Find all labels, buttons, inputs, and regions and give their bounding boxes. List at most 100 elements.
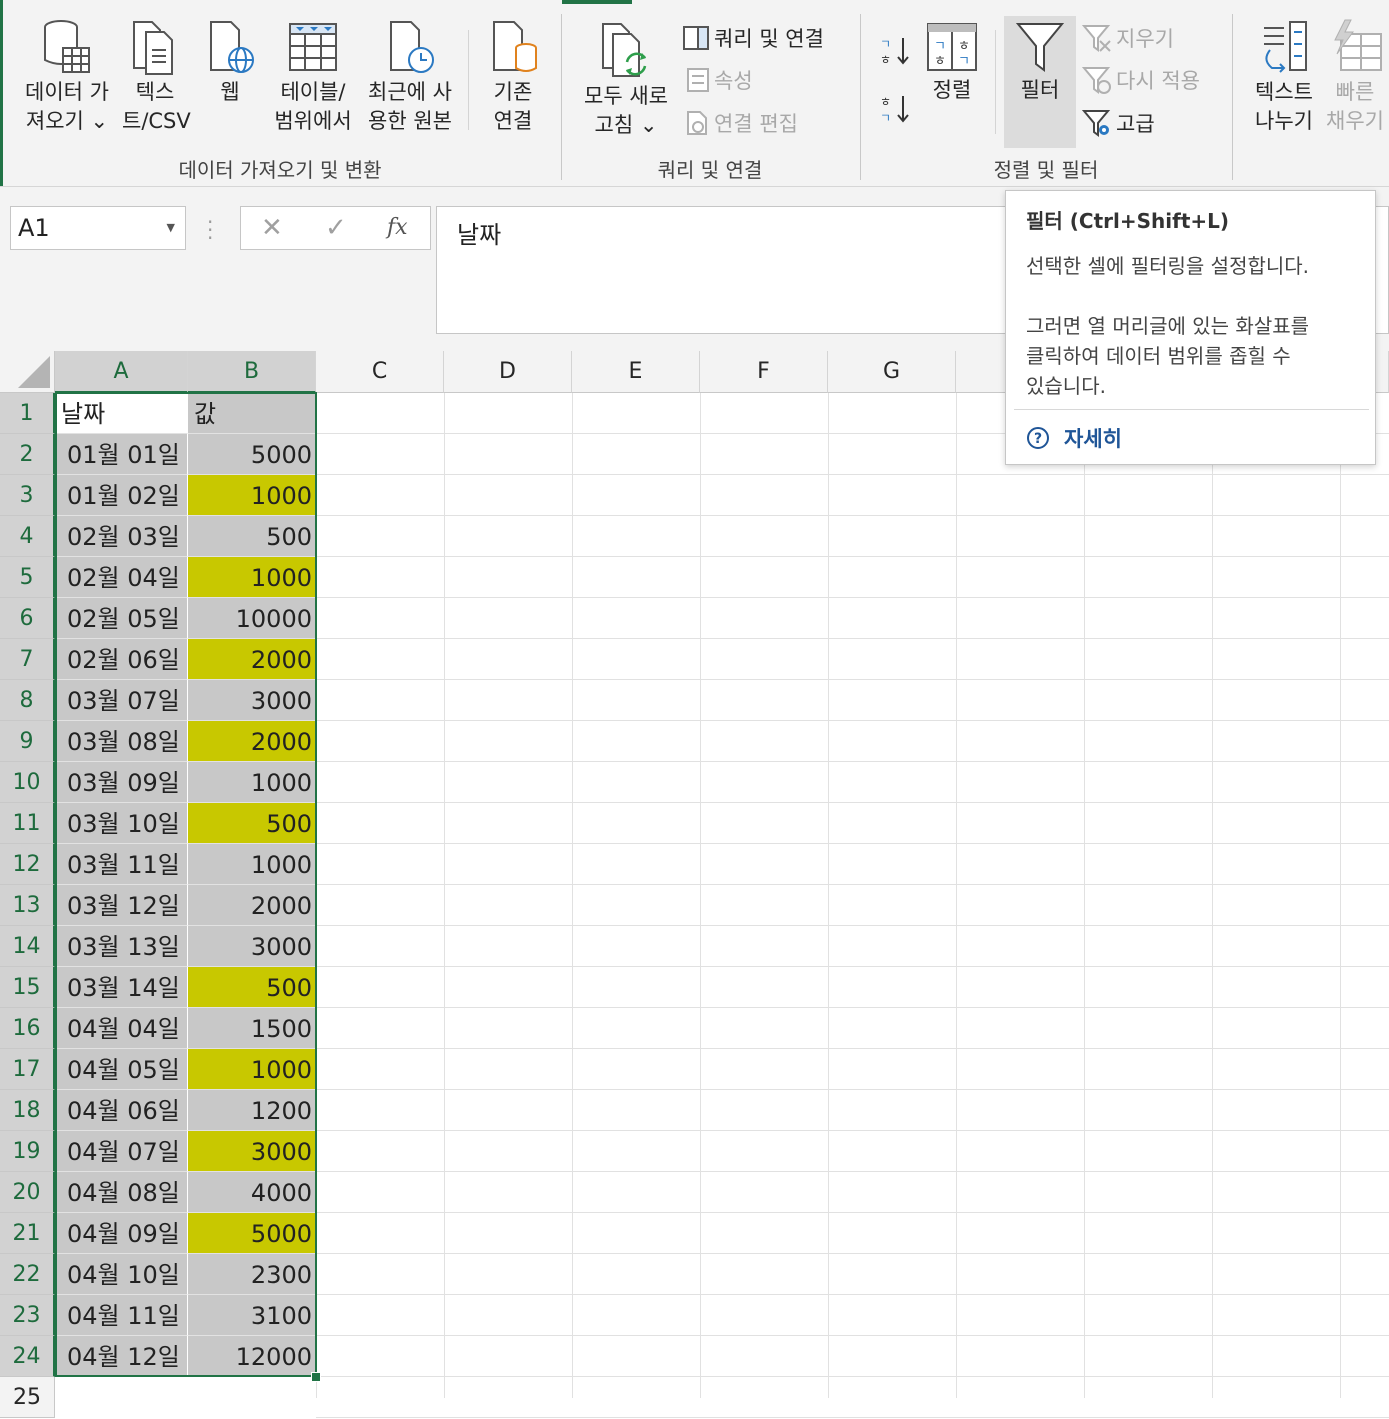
value-cell-highlighted[interactable]: 2000 [188, 639, 316, 680]
column-header-e[interactable]: E [572, 351, 700, 393]
column-header-a[interactable]: A [55, 351, 188, 393]
row-header[interactable]: 17 [0, 1049, 55, 1090]
value-cell-highlighted[interactable]: 5000 [188, 1213, 316, 1254]
get-data-button[interactable]: 데이터 가 져오기 ⌄ [18, 18, 116, 136]
row-header[interactable]: 13 [0, 885, 55, 926]
advanced-filter-button[interactable]: 고급 [1082, 107, 1155, 139]
refresh-all-button[interactable]: 모두 새로 고침 ⌄ [574, 20, 678, 140]
date-cell[interactable]: 04월 12일 [55, 1336, 188, 1377]
flash-fill-button[interactable]: 빠른 채우기 [1322, 18, 1388, 136]
text-csv-button[interactable]: 텍스 트/CSV [122, 18, 191, 136]
date-cell[interactable]: 03월 14일 [55, 967, 188, 1008]
date-cell[interactable]: 03월 13일 [55, 926, 188, 967]
value-cell-highlighted[interactable]: 1000 [188, 557, 316, 598]
date-cell[interactable]: 04월 11일 [55, 1295, 188, 1336]
header-cell-value[interactable]: 값 [188, 393, 316, 434]
cancel-icon[interactable]: ✕ [261, 213, 283, 243]
value-cell[interactable]: 3000 [188, 680, 316, 721]
reapply-button[interactable]: 다시 적용 [1082, 64, 1200, 96]
tooltip-more-link[interactable]: ? 자세히 [1026, 423, 1122, 453]
date-cell[interactable]: 04월 07일 [55, 1131, 188, 1172]
text-to-columns-button[interactable]: 텍스트 나누기 [1246, 18, 1322, 136]
clear-filter-button[interactable]: 지우기 [1082, 22, 1174, 54]
name-box[interactable]: A1 ▼ [10, 206, 186, 250]
sort-ascending-button[interactable]: ㄱ ㅎ [878, 34, 912, 68]
column-header-b[interactable]: B [188, 351, 316, 393]
row-header[interactable]: 8 [0, 680, 55, 721]
row-header[interactable]: 4 [0, 516, 55, 557]
row-header[interactable]: 10 [0, 762, 55, 803]
date-cell[interactable]: 03월 10일 [55, 803, 188, 844]
from-table-range-button[interactable]: 테이블/ 범위에서 [268, 18, 358, 136]
sort-descending-button[interactable]: ㅎ ㄱ [878, 92, 912, 126]
row-header[interactable]: 16 [0, 1008, 55, 1049]
row-header[interactable]: 11 [0, 803, 55, 844]
column-header-c[interactable]: C [316, 351, 444, 393]
value-cell[interactable]: 1500 [188, 1008, 316, 1049]
value-cell[interactable]: 4000 [188, 1172, 316, 1213]
name-box-dropdown-icon[interactable]: ▼ [167, 207, 175, 249]
date-cell[interactable]: 03월 08일 [55, 721, 188, 762]
value-cell-highlighted[interactable]: 2000 [188, 721, 316, 762]
fill-handle[interactable] [311, 1372, 321, 1382]
value-cell[interactable]: 3000 [188, 926, 316, 967]
row-header[interactable]: 12 [0, 844, 55, 885]
row-header[interactable]: 9 [0, 721, 55, 762]
row-header[interactable]: 7 [0, 639, 55, 680]
column-header-g[interactable]: G [828, 351, 956, 393]
row-header[interactable]: 18 [0, 1090, 55, 1131]
select-all-corner[interactable] [0, 351, 55, 393]
row-header[interactable]: 23 [0, 1295, 55, 1336]
date-cell[interactable]: 02월 05일 [55, 598, 188, 639]
date-cell[interactable]: 02월 06일 [55, 639, 188, 680]
row-header[interactable]: 22 [0, 1254, 55, 1295]
filter-button[interactable]: 필터 [1004, 20, 1076, 105]
date-cell[interactable]: 04월 06일 [55, 1090, 188, 1131]
row-header[interactable]: 20 [0, 1172, 55, 1213]
column-header-f[interactable]: F [700, 351, 828, 393]
row-header[interactable]: 24 [0, 1336, 55, 1377]
value-cell[interactable]: 1200 [188, 1090, 316, 1131]
from-web-button[interactable]: 웹 [200, 18, 260, 107]
value-cell[interactable]: 3100 [188, 1295, 316, 1336]
column-header-d[interactable]: D [444, 351, 572, 393]
value-cell-highlighted[interactable]: 1000 [188, 1049, 316, 1090]
date-cell[interactable]: 03월 12일 [55, 885, 188, 926]
header-cell-date[interactable]: 날짜 [55, 393, 188, 434]
value-cell-highlighted[interactable]: 500 [188, 967, 316, 1008]
formula-bar-grip-icon[interactable]: · · · [207, 212, 213, 248]
date-cell[interactable]: 02월 03일 [55, 516, 188, 557]
row-header[interactable]: 3 [0, 475, 55, 516]
recent-sources-button[interactable]: 최근에 사 용한 원본 [362, 18, 458, 136]
value-cell[interactable]: 1000 [188, 762, 316, 803]
row-header[interactable]: 14 [0, 926, 55, 967]
date-cell[interactable]: 03월 07일 [55, 680, 188, 721]
row-header[interactable]: 15 [0, 967, 55, 1008]
value-cell[interactable]: 10000 [188, 598, 316, 639]
date-cell[interactable]: 04월 09일 [55, 1213, 188, 1254]
sort-button[interactable]: ㄱ ㅎ ㅎ ㄱ 정렬 [922, 20, 982, 105]
value-cell[interactable]: 12000 [188, 1336, 316, 1377]
row-header[interactable]: 19 [0, 1131, 55, 1172]
date-cell[interactable]: 03월 09일 [55, 762, 188, 803]
date-cell[interactable]: 01월 01일 [55, 434, 188, 475]
date-cell[interactable]: 03월 11일 [55, 844, 188, 885]
value-cell[interactable]: 500 [188, 516, 316, 557]
date-cell[interactable]: 04월 10일 [55, 1254, 188, 1295]
value-cell[interactable]: 1000 [188, 844, 316, 885]
existing-connections-button[interactable]: 기존 연결 [478, 18, 548, 136]
row-header[interactable]: 21 [0, 1213, 55, 1254]
date-cell[interactable]: 04월 04일 [55, 1008, 188, 1049]
value-cell-highlighted[interactable]: 500 [188, 803, 316, 844]
date-cell[interactable]: 02월 04일 [55, 557, 188, 598]
queries-connections-button[interactable]: 쿼리 및 연결 [682, 22, 824, 54]
row-header[interactable]: 6 [0, 598, 55, 639]
properties-button[interactable]: 속성 [686, 64, 753, 96]
value-cell[interactable]: 5000 [188, 434, 316, 475]
enter-icon[interactable]: ✓ [325, 213, 347, 243]
edit-links-button[interactable]: 연결 편집 [686, 107, 798, 139]
date-cell[interactable]: 04월 05일 [55, 1049, 188, 1090]
date-cell[interactable]: 01월 02일 [55, 475, 188, 516]
row-header[interactable]: 2 [0, 434, 55, 475]
date-cell[interactable]: 04월 08일 [55, 1172, 188, 1213]
